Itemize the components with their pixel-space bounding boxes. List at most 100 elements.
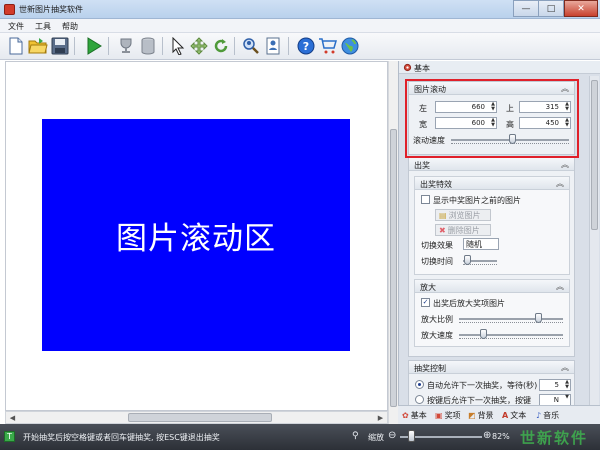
prize-group-header[interactable]: 出奖 ︽: [409, 158, 574, 171]
rotate-icon[interactable]: [211, 36, 231, 56]
collapse-chevron-icon[interactable]: ︽: [556, 178, 564, 189]
zoom-in-icon[interactable]: ⊕: [483, 430, 491, 441]
close-button[interactable]: ✕: [564, 0, 598, 17]
collapse-chevron-icon[interactable]: ︽: [556, 281, 564, 292]
toolbar-separator: [108, 37, 109, 55]
horizontal-scroll-thumb[interactable]: [128, 413, 272, 422]
prize-effect-group: 出奖特效 ︽ 显示中奖图片之前的图片 ▤ 浏览图片 ✖ 删除图片 切换效果 随机…: [414, 176, 570, 275]
prize-group: 出奖 ︽ 出奖特效 ︽ 显示中奖图片之前的图片 ▤ 浏览图片 ✖ 删除图片 切换…: [408, 157, 575, 357]
cart-icon[interactable]: [318, 36, 338, 56]
toolbar-separator: [162, 37, 163, 55]
pointer-icon[interactable]: [168, 36, 188, 56]
zoom-ratio-track[interactable]: [459, 318, 563, 320]
help-icon[interactable]: ?: [296, 36, 316, 56]
horizontal-scrollbar[interactable]: ◀ ▶: [5, 411, 388, 424]
image-icon: ◩: [468, 410, 476, 420]
zoom-ratio-slider[interactable]: [534, 313, 542, 323]
user-list-icon[interactable]: [263, 36, 283, 56]
zoom-user-icon[interactable]: [241, 36, 261, 56]
trophy-icon[interactable]: [116, 36, 136, 56]
vertical-scrollbar[interactable]: [388, 61, 398, 424]
key-value: N: [553, 396, 559, 404]
tab-text[interactable]: A 文本: [502, 408, 526, 422]
new-document-icon[interactable]: [6, 36, 26, 56]
menu-file[interactable]: 文件: [8, 21, 24, 32]
browse-image-label: 浏览图片: [448, 210, 481, 220]
zoom-speed-ticks: [459, 338, 563, 341]
play-icon[interactable]: [84, 36, 104, 56]
text-icon: A: [502, 410, 509, 420]
switch-time-label: 切换时间: [421, 257, 453, 266]
menu-help[interactable]: 帮助: [62, 21, 78, 32]
watermark-logo: 世新软件: [520, 429, 589, 447]
zoom-speed-slider[interactable]: [480, 329, 488, 339]
zoom-search-icon: ⚲: [352, 431, 359, 441]
tab-music[interactable]: ♪ 音乐: [536, 408, 559, 422]
minimize-button[interactable]: —: [513, 0, 539, 17]
switch-effect-label: 切换效果: [421, 241, 453, 250]
zoom-ratio-label: 放大比例: [421, 315, 453, 324]
enlarge-checkbox[interactable]: ✓: [421, 298, 430, 307]
chevron-down-icon[interactable]: ▼: [565, 395, 569, 400]
status-bar: T 开始抽奖后按空格键或者回车键抽奖, 按ESC键退出抽奖 ⚲ 缩放 ⊖ ⊕ 8…: [0, 424, 600, 450]
highlight-box: [405, 79, 579, 158]
auto-next-label: 自动允许下一次抽奖，等待(秒): [427, 381, 538, 390]
zoom-slider[interactable]: [407, 430, 415, 442]
tab-prizes[interactable]: ▣ 奖项: [435, 408, 461, 422]
panel-scroll-thumb[interactable]: [591, 80, 598, 230]
tab-basic-label: 基本: [410, 410, 427, 420]
open-folder-icon[interactable]: [28, 36, 48, 56]
zoom-group-header[interactable]: 放大 ︽: [415, 280, 569, 293]
draw-control-header[interactable]: 抽奖控制 ︽: [409, 361, 574, 374]
browse-image-button[interactable]: ▤ 浏览图片: [435, 209, 491, 221]
tab-basic[interactable]: ✿ 基本: [402, 408, 427, 422]
delete-image-button[interactable]: ✖ 删除图片: [435, 224, 491, 236]
delete-image-label: 删除图片: [447, 225, 480, 235]
zoom-value: 82%: [492, 432, 510, 441]
collapse-chevron-icon[interactable]: ︽: [561, 362, 569, 373]
show-before-label: 显示中奖图片之前的图片: [433, 196, 521, 205]
gear-icon: ✿: [402, 410, 409, 420]
image-scroll-area[interactable]: 图片滚动区: [42, 119, 350, 351]
show-before-checkbox[interactable]: [421, 195, 430, 204]
wait-seconds-spinbox[interactable]: 5 ▲ ▼: [539, 379, 571, 391]
switch-effect-select[interactable]: 随机: [463, 238, 499, 250]
tab-background[interactable]: ◩ 背景: [468, 408, 494, 422]
tab-prizes-label: 奖项: [444, 410, 461, 420]
toolbar-separator: [288, 37, 289, 55]
draw-control-title: 抽奖控制: [414, 364, 446, 373]
database-icon[interactable]: [138, 36, 158, 56]
collapse-chevron-icon[interactable]: ︽: [561, 159, 569, 170]
toolbar-separator: [234, 37, 235, 55]
zoom-out-icon[interactable]: ⊖: [388, 430, 396, 441]
prize-effect-header[interactable]: 出奖特效 ︽: [415, 177, 569, 190]
maximize-button[interactable]: □: [539, 0, 564, 17]
zoom-label: 缩放: [368, 433, 384, 442]
menu-tools[interactable]: 工具: [35, 21, 51, 32]
folder-icon: ▤: [439, 210, 447, 220]
wait-seconds-value: 5: [554, 381, 559, 389]
toolbar-separator: [74, 37, 75, 55]
zoom-ratio-ticks: [459, 322, 563, 325]
preview-canvas[interactable]: 图片滚动区: [5, 61, 388, 411]
switch-effect-value: 随机: [466, 240, 482, 249]
save-icon[interactable]: [50, 36, 70, 56]
draw-control-group: 抽奖控制 ︽ 自动允许下一次抽奖，等待(秒) 5 ▲ ▼ 按键后允许下一次抽奖，按…: [408, 360, 575, 406]
status-icon: T: [4, 431, 15, 442]
move-icon[interactable]: [189, 36, 209, 56]
auto-next-radio[interactable]: [415, 380, 424, 389]
svg-text:?: ?: [303, 40, 309, 53]
key-next-radio[interactable]: [415, 395, 424, 404]
vertical-scroll-thumb[interactable]: [390, 129, 397, 407]
panel-scrollbar[interactable]: [589, 76, 599, 406]
spin-arrows-icon[interactable]: ▲ ▼: [565, 380, 569, 390]
scroll-right-icon[interactable]: ▶: [374, 412, 387, 423]
music-icon: ♪: [536, 410, 542, 420]
globe-icon[interactable]: [340, 36, 360, 56]
switch-time-slider[interactable]: [464, 255, 472, 265]
scroll-left-icon[interactable]: ◀: [6, 412, 19, 423]
tab-text-label: 文本: [510, 410, 527, 420]
zoom-speed-track[interactable]: [459, 334, 563, 336]
image-scroll-area-label: 图片滚动区: [116, 220, 276, 257]
toolbar: ?: [0, 33, 600, 60]
